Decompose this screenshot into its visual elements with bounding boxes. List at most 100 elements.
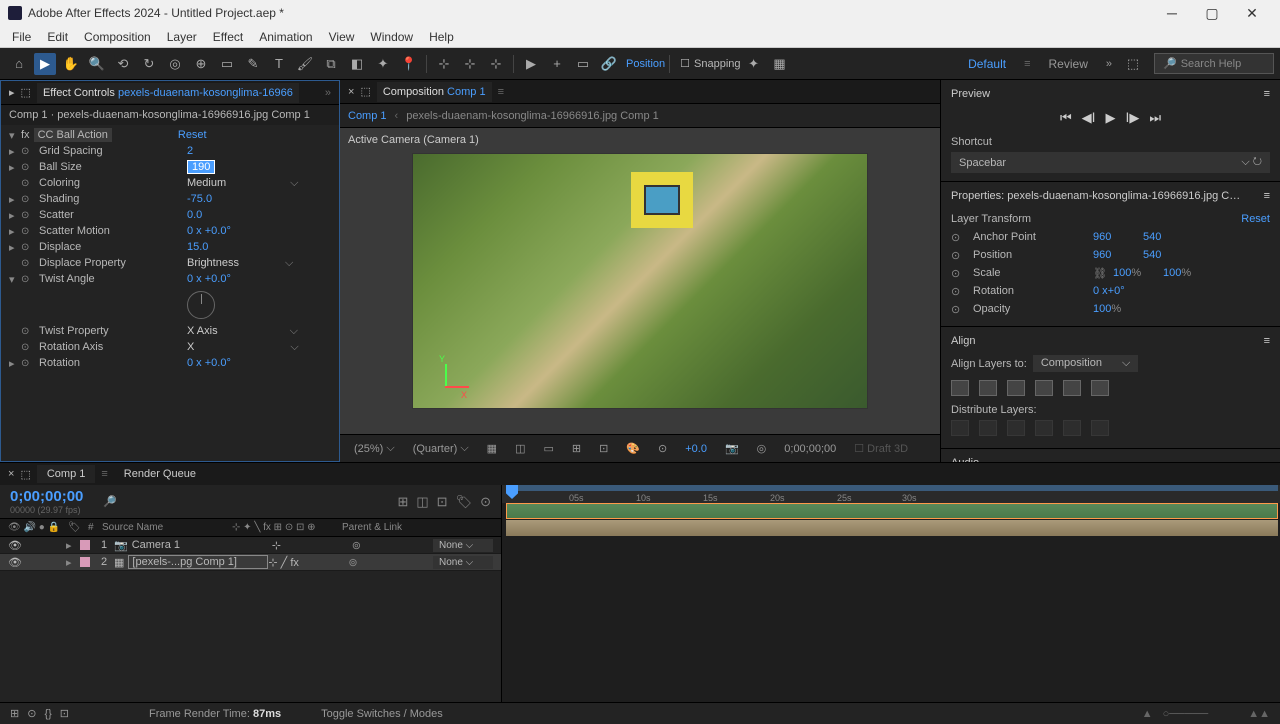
- align-left[interactable]: [951, 380, 969, 396]
- roto-tool[interactable]: ✦: [372, 53, 394, 75]
- timeline-zoom-in[interactable]: ▲▲: [1248, 708, 1270, 720]
- opacity-value[interactable]: 100%: [1093, 303, 1143, 315]
- twist-property-dropdown[interactable]: X Axis⌵: [187, 325, 298, 338]
- toggle-switches-modes[interactable]: Toggle Switches / Modes: [321, 708, 443, 720]
- stopwatch-icon[interactable]: ⊙: [951, 267, 973, 280]
- sb-icon-1[interactable]: ⊞: [10, 707, 19, 720]
- mode-rect[interactable]: ▭: [572, 53, 594, 75]
- timeline-layer-2[interactable]: 👁 ▸ 2 ▦ [pexels-...pg Comp 1] ⊹ ╱ fx ⊚ N…: [0, 554, 501, 571]
- toggle-mask[interactable]: ◫: [509, 440, 531, 457]
- first-frame-button[interactable]: ⏮: [1060, 110, 1072, 126]
- timeline-search-icon[interactable]: 🔎: [103, 495, 117, 508]
- align-hcenter[interactable]: [979, 380, 997, 396]
- mode-play[interactable]: ▶: [520, 53, 542, 75]
- snapshot-button[interactable]: 📷: [719, 440, 745, 457]
- rotation-prop[interactable]: 0 x+0°: [1093, 285, 1143, 297]
- color-mgmt-icon[interactable]: 🎨: [620, 440, 646, 457]
- menu-edit[interactable]: Edit: [39, 28, 76, 46]
- puppet-tool[interactable]: 📍: [398, 53, 420, 75]
- coloring-dropdown[interactable]: Medium⌵: [187, 177, 298, 190]
- last-frame-button[interactable]: ⏭: [1149, 110, 1161, 126]
- tl-icon-3[interactable]: ⊡: [437, 494, 448, 510]
- layer-name[interactable]: [pexels-...pg Comp 1]: [128, 555, 268, 569]
- layer-bar-2[interactable]: [506, 520, 1278, 536]
- scatter-value[interactable]: 0.0: [187, 209, 202, 221]
- twist-angle-dial[interactable]: [187, 291, 215, 319]
- timeline-tracks[interactable]: 05s 10s 15s 20s 25s 30s: [502, 485, 1280, 702]
- position-y[interactable]: 540: [1143, 249, 1193, 261]
- menu-effect[interactable]: Effect: [205, 28, 251, 46]
- hand-tool[interactable]: ✋: [60, 53, 82, 75]
- exposure-value[interactable]: +0.0: [679, 441, 713, 457]
- snap-opt2[interactable]: ▦: [769, 53, 791, 75]
- timeline-tab-render[interactable]: Render Queue: [114, 465, 206, 483]
- snap-opt1[interactable]: ✦: [743, 53, 765, 75]
- align-vcenter[interactable]: [1063, 380, 1081, 396]
- stopwatch-icon[interactable]: ⊙: [21, 210, 35, 221]
- position-x[interactable]: 960: [1093, 249, 1143, 261]
- stopwatch-icon[interactable]: ⊙: [21, 358, 35, 369]
- stopwatch-icon[interactable]: ⊙: [21, 326, 35, 337]
- rotation-tool[interactable]: ↻: [138, 53, 160, 75]
- panel-menu-icon[interactable]: ≡: [1264, 335, 1270, 347]
- toggle-region[interactable]: ▭: [537, 440, 559, 457]
- help-search[interactable]: 🔎 Search Help: [1154, 53, 1274, 74]
- pan-behind-tool[interactable]: ⊕: [190, 53, 212, 75]
- play-button[interactable]: ▶: [1106, 110, 1116, 126]
- timeline-current-time[interactable]: 0;00;00;00: [10, 488, 83, 505]
- selection-tool[interactable]: ▶: [34, 53, 56, 75]
- panel-menu-icon[interactable]: ≡: [1264, 190, 1270, 202]
- zoom-dropdown[interactable]: (25%) ⌵: [348, 440, 401, 457]
- text-tool[interactable]: T: [268, 53, 290, 75]
- tl-icon-4[interactable]: 🏷: [456, 494, 473, 510]
- composition-tab[interactable]: Composition Comp 1: [377, 82, 492, 102]
- minimize-button[interactable]: ─: [1152, 0, 1192, 26]
- menu-file[interactable]: File: [4, 28, 39, 46]
- tl-icon-1[interactable]: ⊞: [397, 494, 408, 510]
- next-frame-button[interactable]: Ⅰ▶: [1126, 110, 1140, 126]
- sb-icon-2[interactable]: ⊙: [27, 707, 36, 720]
- layer-name[interactable]: Camera 1: [132, 539, 272, 551]
- scale-x[interactable]: 100%: [1113, 267, 1163, 279]
- shortcut-dropdown[interactable]: Spacebar⌵ ↻: [951, 152, 1270, 173]
- stopwatch-icon[interactable]: ⊙: [21, 274, 35, 285]
- visibility-toggle[interactable]: 👁: [8, 556, 22, 569]
- rotation-value[interactable]: 0 x +0.0°: [187, 357, 231, 369]
- quality-dropdown[interactable]: (Quarter) ⌵: [407, 440, 475, 457]
- shape-tool[interactable]: ▭: [216, 53, 238, 75]
- snapping-toggle[interactable]: Snapping: [694, 58, 741, 70]
- workspace-default[interactable]: Default: [958, 53, 1016, 75]
- visibility-toggle[interactable]: 👁: [8, 539, 22, 552]
- share-icon[interactable]: ⬚: [1122, 53, 1144, 75]
- displace-property-dropdown[interactable]: Brightness⌵: [187, 257, 293, 270]
- parent-dropdown[interactable]: None ⌵: [433, 539, 493, 552]
- menu-layer[interactable]: Layer: [159, 28, 205, 46]
- toggle-transparency[interactable]: ▦: [481, 440, 503, 457]
- mode-add[interactable]: +: [546, 53, 568, 75]
- 3d-view-axis[interactable]: ⊹: [485, 53, 507, 75]
- anchor-x[interactable]: 960: [1093, 231, 1143, 243]
- menu-help[interactable]: Help: [421, 28, 462, 46]
- align-top[interactable]: [1035, 380, 1053, 396]
- timeline-layer-1[interactable]: 👁 ▸ 1 📷 Camera 1 ⊹ ⊚ None ⌵: [0, 537, 501, 554]
- camera-tool[interactable]: ◎: [164, 53, 186, 75]
- sb-icon-4[interactable]: ⊡: [60, 707, 69, 720]
- 3d-world-axis[interactable]: ⊹: [459, 53, 481, 75]
- transform-mode[interactable]: Position: [626, 58, 665, 70]
- stopwatch-icon[interactable]: ⊙: [951, 231, 973, 244]
- effect-controls-tab[interactable]: Effect Controls pexels-duaenam-kosonglim…: [37, 83, 299, 103]
- menu-animation[interactable]: Animation: [251, 28, 320, 46]
- pen-tool[interactable]: ✎: [242, 53, 264, 75]
- stopwatch-icon[interactable]: ⊙: [21, 242, 35, 253]
- composition-viewer[interactable]: Active Camera (Camera 1) Y X: [340, 128, 940, 434]
- parent-dropdown[interactable]: None ⌵: [433, 556, 493, 569]
- stopwatch-icon[interactable]: ⊙: [21, 178, 35, 189]
- toggle-guides[interactable]: ⊞: [566, 440, 587, 457]
- show-snapshot[interactable]: ◎: [751, 440, 773, 457]
- scale-y[interactable]: 100%: [1163, 267, 1213, 279]
- align-right[interactable]: [1007, 380, 1025, 396]
- comp-breadcrumb[interactable]: Comp 1: [348, 110, 387, 122]
- stopwatch-icon[interactable]: ⊙: [21, 342, 35, 353]
- displace-value[interactable]: 15.0: [187, 241, 208, 253]
- 3d-local-axis[interactable]: ⊹: [433, 53, 455, 75]
